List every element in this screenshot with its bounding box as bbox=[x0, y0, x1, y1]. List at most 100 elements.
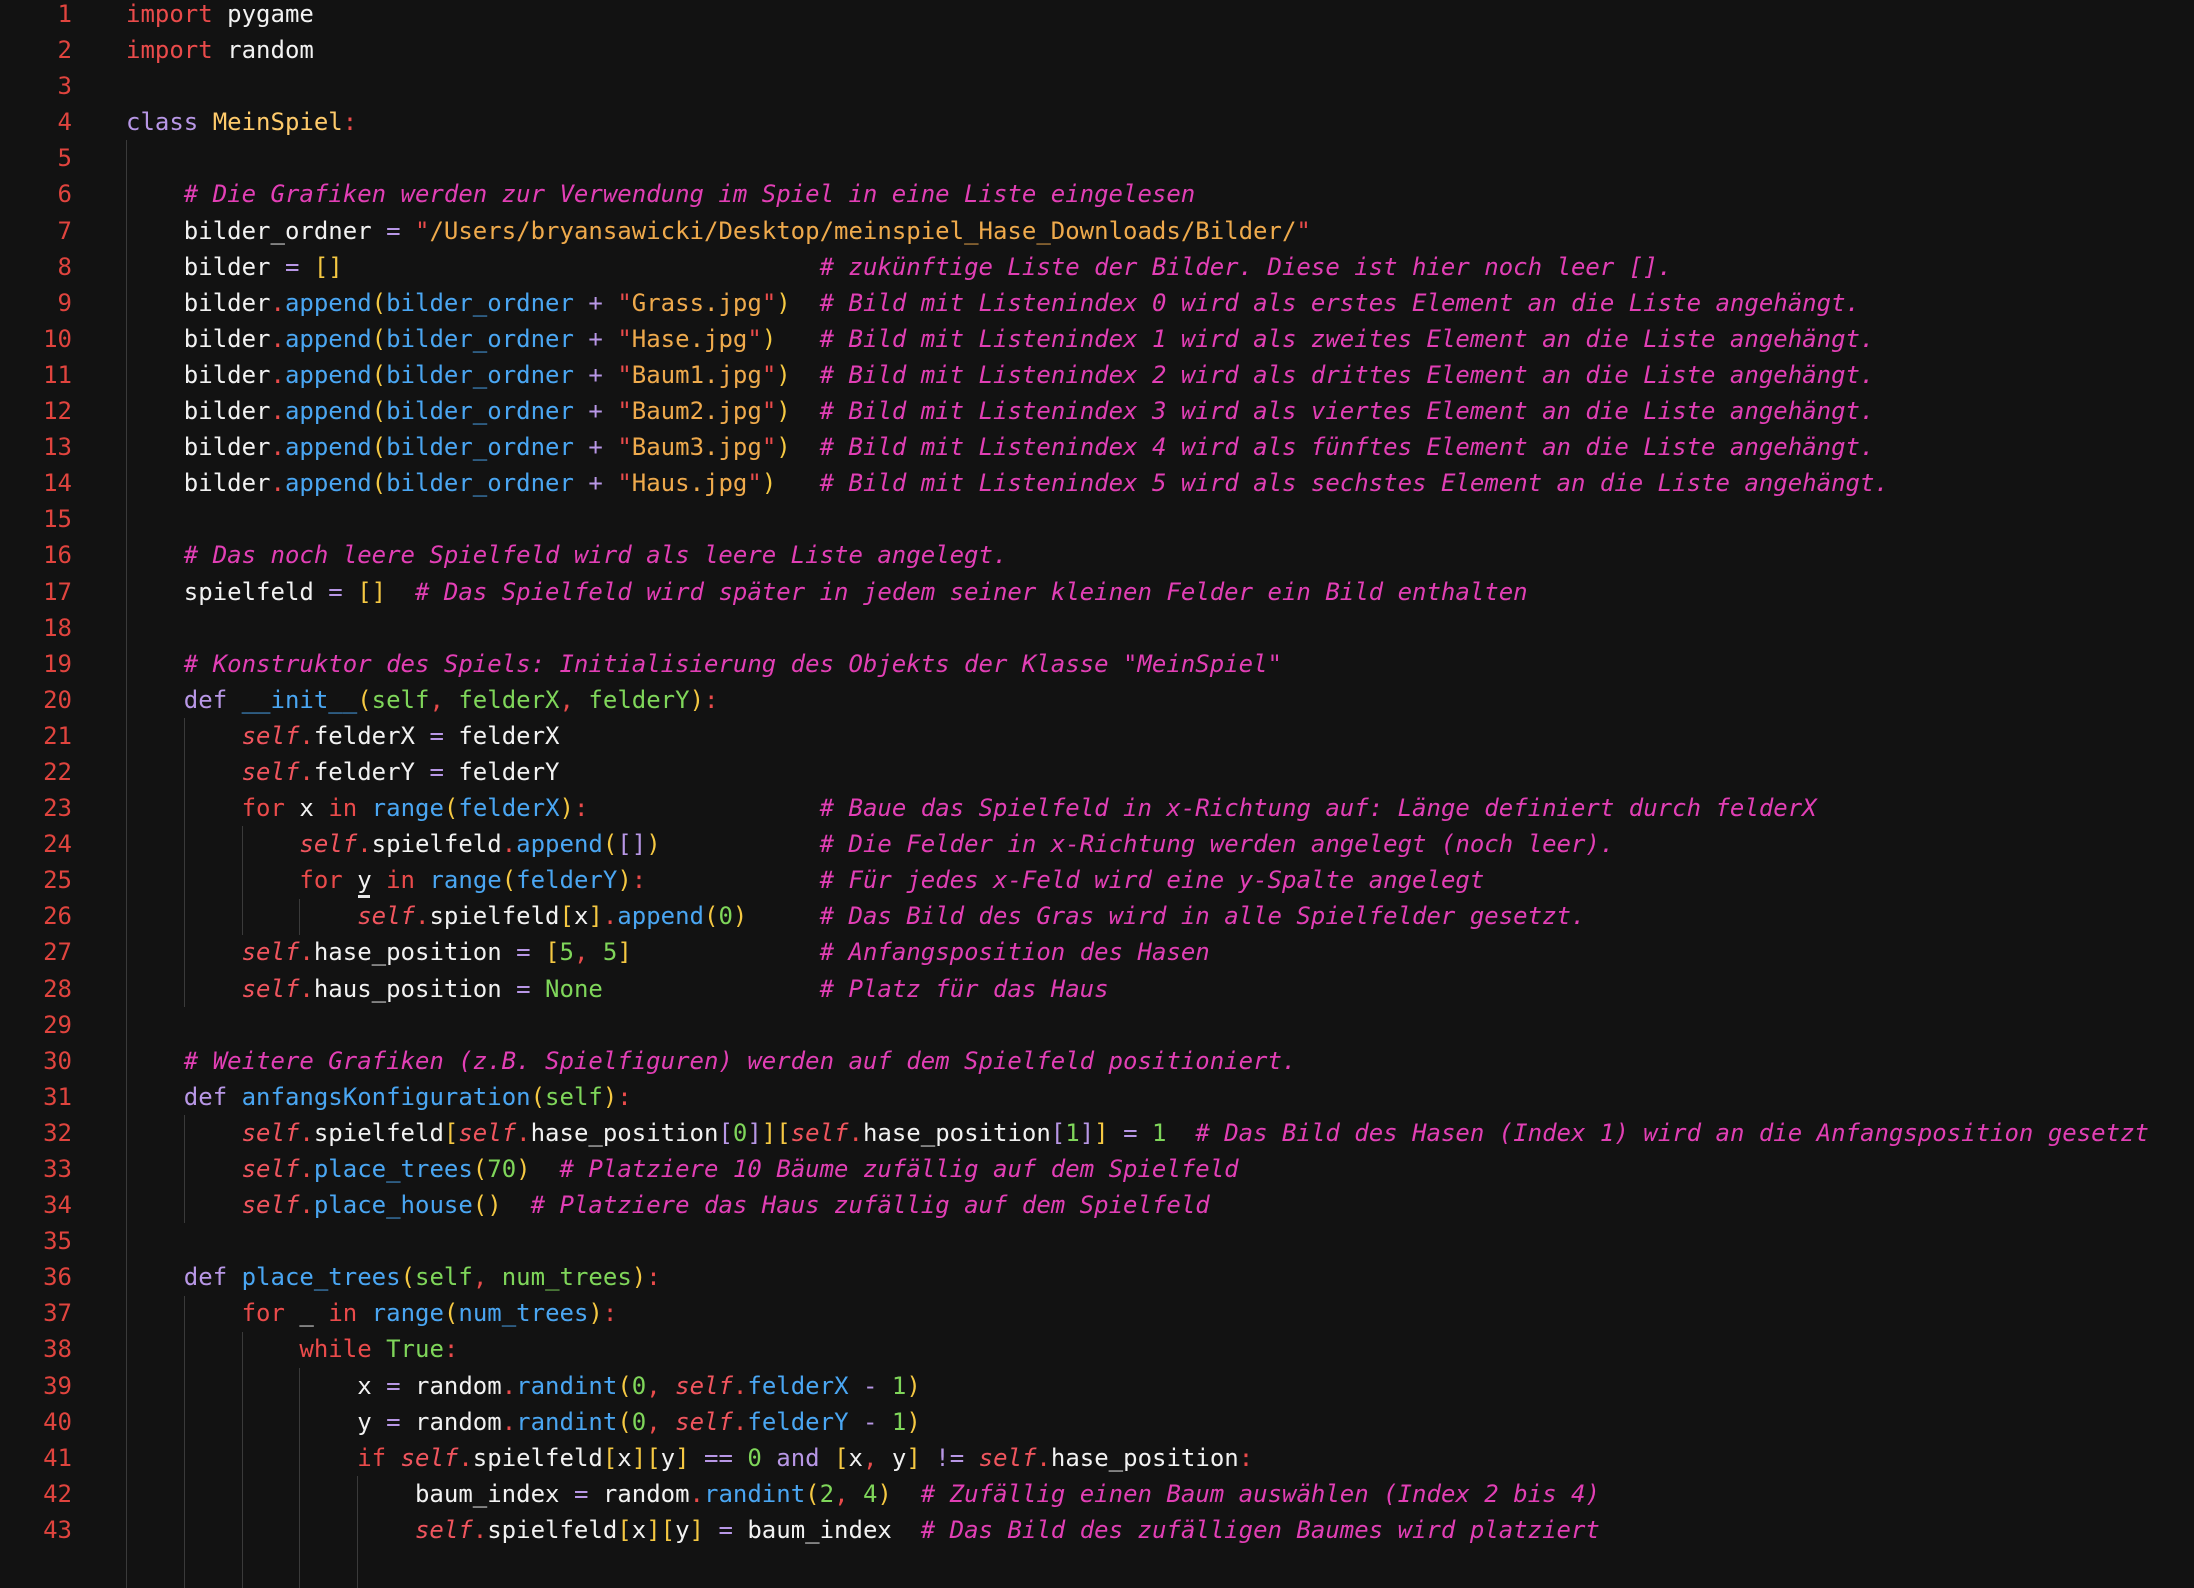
code-token: . bbox=[602, 902, 618, 931]
code-line[interactable]: 32 self.spielfeld[self.hase_position[0]]… bbox=[0, 1115, 2194, 1151]
code-line[interactable]: 31 def anfangsKonfiguration(self): bbox=[0, 1079, 2194, 1115]
code-line[interactable]: 42 baum_index = random.randint(2, 4) # Z… bbox=[0, 1476, 2194, 1512]
code-token: " bbox=[1296, 216, 1311, 245]
code-token: . bbox=[516, 1118, 531, 1147]
line-number: 21 bbox=[43, 721, 72, 750]
code-line[interactable]: 33 self.place_trees(70) # Platziere 10 B… bbox=[0, 1151, 2194, 1187]
code-token: [ bbox=[834, 1443, 849, 1472]
code-line[interactable]: 40 y = random.randint(0, self.felderY - … bbox=[0, 1404, 2194, 1440]
code-line[interactable]: 2 import random bbox=[0, 32, 2194, 68]
code-line[interactable]: 26 self.spielfeld[x].append(0) # Das Bil… bbox=[0, 898, 2194, 934]
code-line[interactable]: 8 bilder = [] # zukünftige Liste der Bil… bbox=[0, 249, 2194, 285]
code-line[interactable]: 5 bbox=[0, 140, 2194, 176]
code-comment: # Baue das Spielfeld in x-Richtung auf: … bbox=[819, 794, 1817, 823]
code-token: [] bbox=[617, 830, 647, 859]
line-number: 41 bbox=[43, 1443, 72, 1472]
code-line[interactable]: 19 # Konstruktor des Spiels: Initialisie… bbox=[0, 646, 2194, 682]
code-line[interactable]: 22 self.felderY = felderY bbox=[0, 754, 2194, 790]
code-token: hase_position bbox=[530, 1118, 719, 1147]
code-token: ][ bbox=[631, 1443, 661, 1472]
code-line[interactable]: 18 bbox=[0, 610, 2194, 646]
code-token: [ bbox=[443, 1118, 459, 1147]
line-number: 13 bbox=[43, 433, 72, 462]
code-token: felderX bbox=[458, 794, 560, 823]
code-line[interactable]: 3 bbox=[0, 68, 2194, 104]
code-token: + bbox=[588, 360, 603, 389]
line-number: 9 bbox=[57, 288, 72, 317]
code-line[interactable]: 9 bilder.append(bilder_ordner + "Grass.j… bbox=[0, 285, 2194, 321]
code-token: x bbox=[126, 1371, 387, 1400]
code-line[interactable]: 13 bilder.append(bilder_ordner + "Baum3.… bbox=[0, 429, 2194, 465]
code-token: 1 bbox=[1151, 1118, 1167, 1147]
code-line[interactable]: 12 bilder.append(bilder_ordner + "Baum2.… bbox=[0, 393, 2194, 429]
code-line[interactable]: 7 bilder_ordner = "/Users/bryansawicki/D… bbox=[0, 213, 2194, 249]
code-line[interactable]: 29 bbox=[0, 1007, 2194, 1043]
code-line[interactable]: 35 bbox=[0, 1223, 2194, 1259]
code-token: spielfeld bbox=[487, 1515, 618, 1544]
code-token: : bbox=[602, 1299, 618, 1328]
code-line[interactable]: 17 spielfeld = [] # Das Spielfeld wird s… bbox=[0, 574, 2194, 610]
code-token: ( bbox=[371, 360, 387, 389]
code-line[interactable]: 37 for _ in range(num_trees): bbox=[0, 1295, 2194, 1331]
code-token: spielfeld bbox=[313, 1118, 444, 1147]
code-comment: # Bild mit Listenindex 0 wird als erstes… bbox=[819, 288, 1860, 317]
code-token: . bbox=[270, 433, 285, 462]
code-line[interactable]: 16 # Das noch leere Spielfeld wird als l… bbox=[0, 537, 2194, 573]
code-token: append bbox=[284, 324, 372, 353]
code-line[interactable]: 23 for x in range(felderX): # Baue das S… bbox=[0, 790, 2194, 826]
code-line[interactable]: 10 bilder.append(bilder_ordner + "Hase.j… bbox=[0, 321, 2194, 357]
code-line[interactable]: 11 bilder.append(bilder_ordner + "Baum1.… bbox=[0, 357, 2194, 393]
code-line[interactable]: 34 self.place_house() # Platziere das Ha… bbox=[0, 1187, 2194, 1223]
code-line[interactable]: 27 self.hase_position = [5, 5] # Anfangs… bbox=[0, 934, 2194, 970]
code-token: self bbox=[415, 1263, 473, 1292]
code-token: ( bbox=[530, 1082, 546, 1111]
indent-guide bbox=[126, 140, 127, 1588]
code-token: x bbox=[848, 1443, 863, 1472]
code-editor[interactable]: 1 import pygame 2 import random 3 4 class Mein… bbox=[0, 0, 2194, 1588]
code-token: bilder bbox=[126, 397, 271, 426]
code-token: = bbox=[516, 974, 531, 1003]
line-number: 20 bbox=[43, 685, 72, 714]
code-line[interactable]: 36 def place_trees(self, num_trees): bbox=[0, 1259, 2194, 1295]
code-line[interactable]: 28 self.haus_position = None # Platz für… bbox=[0, 971, 2194, 1007]
code-token: place_trees bbox=[241, 1263, 401, 1292]
line-code: bilder.append(bilder_ordner + "Baum1.jpg… bbox=[126, 357, 1875, 393]
code-line[interactable]: 4 class MeinSpiel: bbox=[0, 104, 2194, 140]
code-line[interactable]: 20 def __init__(self, felderX, felderY): bbox=[0, 682, 2194, 718]
line-code: import random bbox=[126, 32, 314, 68]
code-line[interactable]: 38 while True: bbox=[0, 1331, 2194, 1367]
line-number: 26 bbox=[43, 902, 72, 931]
code-line[interactable]: 1 import pygame bbox=[0, 0, 2194, 32]
code-line[interactable]: 21 self.felderX = felderX bbox=[0, 718, 2194, 754]
code-token: . bbox=[299, 1155, 314, 1183]
code-line[interactable]: 41 if self.spielfeld[x][y] == 0 and [x, … bbox=[0, 1440, 2194, 1476]
code-line[interactable]: 14 bilder.append(bilder_ordner + "Haus.j… bbox=[0, 465, 2194, 501]
code-line[interactable]: 24 self.spielfeld.append([]) # Die Felde… bbox=[0, 826, 2194, 862]
code-line[interactable]: 30 # Weitere Grafiken (z.B. Spielfiguren… bbox=[0, 1043, 2194, 1079]
code-token: [ bbox=[617, 1515, 632, 1544]
code-token: ( bbox=[371, 433, 387, 462]
code-token: self bbox=[299, 830, 358, 859]
code-line[interactable]: 6 # Die Grafiken werden zur Verwendung i… bbox=[0, 176, 2194, 212]
code-line[interactable]: 39 x = random.randint(0, self.felderX - … bbox=[0, 1368, 2194, 1404]
code-line[interactable]: 25 for y in range(felderY): # Für jedes … bbox=[0, 862, 2194, 898]
code-line[interactable]: 15 bbox=[0, 501, 2194, 537]
code-line[interactable]: 43 self.spielfeld[x][y] = baum_index # D… bbox=[0, 1512, 2194, 1548]
code-token: . bbox=[270, 288, 285, 317]
code-token: 0 bbox=[631, 1371, 647, 1400]
code-token: ) bbox=[689, 685, 705, 714]
line-code: for _ in range(num_trees): bbox=[126, 1295, 618, 1331]
line-number: 28 bbox=[43, 974, 72, 1003]
code-token: self bbox=[371, 685, 430, 714]
